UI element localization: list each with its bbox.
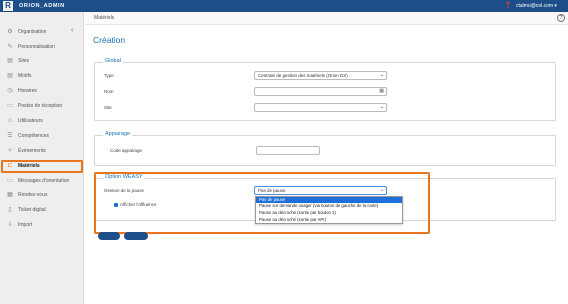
sidebar-item[interactable]: ▭ Messages d'orientation [0, 175, 84, 187]
sidebar-item-label: Sites [18, 58, 30, 64]
sidebar-item-icon: ◷ [7, 88, 13, 94]
sidebar-item-icon: ⚙ [7, 29, 13, 35]
sidebar-item-label: Organisation [18, 29, 47, 35]
sidebar-item-label: Ticket digital [18, 207, 46, 213]
sidebar-item[interactable]: ▭ Postes de réception [0, 100, 84, 112]
sidebar-item[interactable]: ▤ Motifs [0, 70, 84, 82]
type-select-value: Centrale de gestion des matériels (Orion… [258, 73, 348, 78]
sidebar-item-label: Rendez-vous [18, 192, 48, 198]
code-appairage-input[interactable] [256, 146, 320, 155]
primary-action-button[interactable] [98, 232, 120, 240]
appairage-section-title: Appairage [103, 131, 133, 138]
sidebar-item[interactable]: ⚙ Organisation [0, 26, 84, 38]
type-label: Type [104, 73, 114, 78]
sidebar-item-icon: ✧ [7, 148, 13, 154]
site-label: Site [104, 105, 112, 110]
app-logo: R [3, 1, 13, 11]
highlight-annotation-weasy [94, 172, 430, 234]
global-section-title: Global [103, 58, 123, 65]
sidebar-item-icon: ☺ [6, 118, 14, 124]
nom-input[interactable]: ▦ [254, 87, 387, 96]
help-icon[interactable]: ❓ [504, 2, 511, 10]
sidebar-item-label: Postes de réception [18, 103, 63, 109]
sidebar-item-label: Événements [18, 148, 46, 154]
sidebar-item[interactable]: ☺ Utilisateurs [0, 115, 84, 127]
chevron-down-icon: ⌄ [379, 104, 384, 110]
site-select[interactable]: ⌄ [254, 103, 387, 112]
highlight-annotation-nav [1, 160, 83, 173]
top-bar: R ORION_ADMIN ❓ ctalmo@ovl.com ▾ [0, 0, 568, 12]
sidebar-item-label: Utilisateurs [18, 118, 43, 124]
sidebar-item[interactable]: ✎ Personnalisation [0, 41, 84, 53]
code-appairage-label: Code appairage [110, 148, 143, 153]
sidebar-item-icon: ▭ [7, 103, 13, 109]
sidebar-item-icon: ▤ [7, 58, 13, 64]
sidebar-item-icon: ▤ [7, 73, 13, 79]
chevron-down-icon: ⌄ [379, 72, 384, 78]
sidebar-item-icon: ▭ [7, 178, 13, 184]
sidebar-item[interactable]: ⇩ Import [0, 219, 84, 231]
sidebar-item-label: Compétences [18, 133, 49, 139]
sidebar-item-icon: ✎ [7, 44, 13, 50]
sidebar-item[interactable]: ▯ Ticket digital [0, 204, 84, 216]
sidebar-item-label: Messages d'orientation [18, 178, 70, 184]
appairage-section [94, 135, 556, 166]
sidebar-item[interactable]: ◷ Horaires [0, 85, 84, 97]
sidebar-item[interactable]: ▦ Rendez-vous [0, 189, 84, 201]
breadcrumb-bar: Matériels [85, 12, 568, 25]
secondary-action-button[interactable] [124, 232, 148, 240]
sidebar-item-label: Import [18, 222, 33, 228]
sidebar-item-label: Personnalisation [18, 44, 55, 50]
user-menu[interactable]: ctalmo@ovl.com ▾ [516, 2, 557, 10]
sidebar-item-icon: ☰ [7, 133, 13, 139]
sidebar-item-label: Horaires [18, 88, 37, 94]
sidebar-item-icon: ⇩ [7, 222, 13, 228]
app-brand: ORION_ADMIN [19, 3, 65, 9]
sidebar-item[interactable]: ▤ Sites [0, 55, 84, 67]
sidebar-item-label: Motifs [18, 73, 32, 79]
sidebar-item[interactable]: ☰ Compétences [0, 130, 84, 142]
breadcrumb: Matériels [94, 15, 115, 21]
sidebar-item[interactable]: ✧ Événements [0, 145, 84, 157]
help-circle-icon[interactable]: ? [557, 14, 565, 22]
sidebar-item-icon: ▯ [8, 207, 12, 213]
page-title: Création [93, 35, 126, 45]
keyboard-icon[interactable]: ▦ [379, 88, 384, 95]
type-select[interactable]: Centrale de gestion des matériels (Orion… [254, 71, 387, 80]
nom-label: Nom [104, 89, 114, 94]
sidebar-item-icon: ▦ [7, 192, 13, 198]
